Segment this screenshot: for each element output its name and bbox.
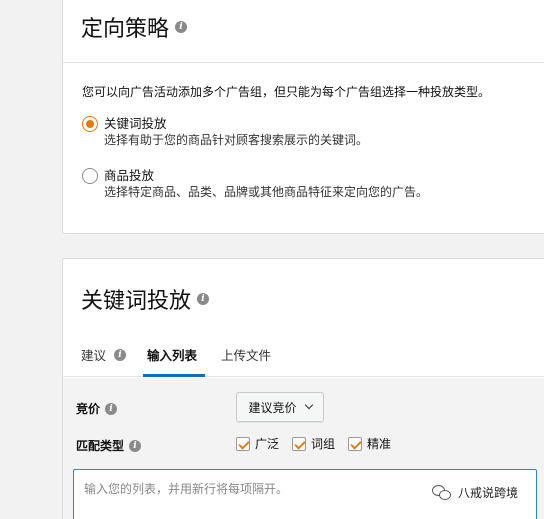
- tab-label: 上传文件: [221, 348, 272, 363]
- checkbox-checked[interactable]: [348, 436, 363, 451]
- active-tab-indicator: [143, 374, 205, 377]
- watermark-text: 八戒说跨境: [458, 486, 519, 500]
- bid-dropdown[interactable]: 建议竞价: [236, 392, 324, 422]
- info-icon[interactable]: i: [197, 293, 210, 305]
- wechat-icon: [432, 484, 452, 501]
- radio-button[interactable]: [82, 168, 98, 184]
- targeting-title: 定向策略 i: [81, 11, 188, 43]
- targeting-title-text: 定向策略: [81, 17, 170, 42]
- bid-label-text: 竞价: [76, 402, 101, 416]
- tab-label: 输入列表: [147, 348, 198, 363]
- divider: [63, 62, 544, 63]
- checkbox-checked[interactable]: [236, 436, 250, 451]
- bid-label: 竞价 i: [76, 400, 118, 417]
- watermark: 八戒说跨境: [432, 484, 518, 501]
- chevron-down-icon: [304, 400, 313, 410]
- tab-suggest[interactable]: 建议 i: [81, 345, 127, 364]
- match-type-checkboxes: 广泛 词组 精准: [236, 435, 404, 452]
- match-broad[interactable]: 广泛: [236, 435, 279, 452]
- radio-description: 选择有助于您的商品针对顾客搜索展示的关键词。: [104, 133, 369, 147]
- checkbox-label: 精准: [367, 437, 392, 451]
- tab-bar: 建议 i 输入列表 上传文件: [63, 331, 544, 377]
- radio-button-checked[interactable]: [82, 116, 98, 132]
- radio-product-targeting[interactable]: 商品投放 选择特定商品、品类、品牌或其他商品特征来定向您的广告。: [82, 167, 428, 201]
- bid-dropdown-value: 建议竞价: [248, 400, 297, 415]
- match-phrase[interactable]: 词组: [292, 435, 335, 452]
- checkbox-label: 词组: [311, 437, 336, 451]
- radio-description: 选择特定商品、品类、品牌或其他商品特征来定向您的广告。: [104, 185, 429, 199]
- checkbox-checked[interactable]: [292, 436, 307, 451]
- info-icon[interactable]: i: [175, 21, 188, 33]
- info-icon[interactable]: i: [129, 439, 142, 452]
- checkbox-label: 广泛: [255, 437, 280, 451]
- tab-label: 建议: [81, 348, 107, 363]
- keyword-title-text: 关键词投放: [81, 289, 192, 314]
- match-exact[interactable]: 精准: [348, 435, 391, 452]
- targeting-card: 定向策略 i 您可以向广告活动添加多个广告组，但只能为每个广告组选择一种投放类型…: [62, 0, 544, 234]
- radio-label: 关键词投放: [104, 116, 167, 131]
- info-icon[interactable]: i: [105, 402, 118, 415]
- radio-label: 商品投放: [104, 168, 155, 183]
- match-type-label: 匹配类型 i: [76, 437, 142, 454]
- match-type-label-text: 匹配类型: [76, 439, 125, 453]
- tab-upload-file[interactable]: 上传文件: [221, 345, 271, 364]
- keyword-title: 关键词投放 i: [81, 283, 210, 315]
- keyword-card: 关键词投放 i 建议 i 输入列表 上传文件 竞价 i 建议竞价 匹配类型 i: [62, 258, 544, 519]
- info-icon[interactable]: i: [114, 348, 127, 361]
- radio-keyword-targeting[interactable]: 关键词投放 选择有助于您的商品针对顾客搜索展示的关键词。: [82, 115, 368, 149]
- targeting-description: 您可以向广告活动添加多个广告组，但只能为每个广告组选择一种投放类型。: [82, 85, 491, 99]
- tab-input-list[interactable]: 输入列表: [147, 345, 197, 364]
